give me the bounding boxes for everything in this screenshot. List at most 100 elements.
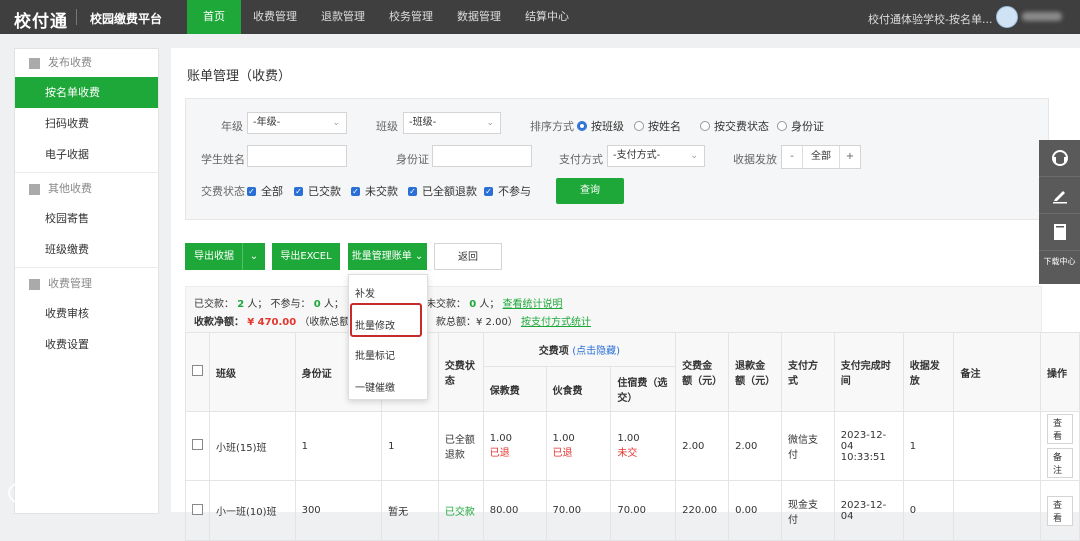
sidebar-item-list-fee[interactable]: 按名单收费: [15, 77, 158, 108]
nav-school-affairs[interactable]: 校务管理: [377, 0, 445, 34]
header-method: 支付方式: [781, 332, 835, 412]
nav-fee-management[interactable]: 收费管理: [241, 0, 309, 34]
pay-method-label: 支付方式: [559, 153, 603, 166]
stats-explanation-link[interactable]: 查看统计说明: [503, 299, 563, 310]
nav-home[interactable]: 首页: [187, 0, 241, 34]
receipt-value[interactable]: 全部: [802, 146, 840, 168]
export-excel-button[interactable]: 导出EXCEL: [272, 243, 340, 270]
grade-select[interactable]: -年级- ⌄: [247, 112, 347, 134]
nav-data-management[interactable]: 数据管理: [445, 0, 513, 34]
row-select[interactable]: [185, 411, 210, 481]
status-paid-checkbox[interactable]: ✓ 已交款: [294, 183, 341, 199]
class-select[interactable]: -班级- ⌄: [403, 112, 501, 134]
sort-by-name-radio[interactable]: 按姓名: [634, 118, 681, 134]
sidebar-group-management: 收费管理: [15, 270, 158, 298]
cell-refund: 2.00: [728, 411, 783, 481]
chevron-down-icon: ⌄: [414, 251, 424, 262]
export-receipt-button[interactable]: 导出收据 ⌄: [185, 243, 265, 270]
header-remark: 备注: [953, 332, 1041, 412]
shield-icon: [29, 278, 40, 290]
sidebar-group-label: 收费管理: [48, 277, 92, 290]
status-unpaid-checkbox[interactable]: ✓ 未交款: [351, 183, 398, 199]
batch-manage-button[interactable]: 批量管理账单 ⌄: [348, 243, 427, 270]
checkbox-icon[interactable]: [192, 365, 203, 376]
app-logo[interactable]: 校付通: [14, 7, 68, 32]
paid-count: 2: [237, 299, 245, 310]
cell-fee1: 1.00 已退: [482, 411, 547, 481]
cell-amount: 220.00: [675, 480, 730, 541]
sidebar-item-fee-settings[interactable]: 收费设置: [15, 329, 158, 360]
sidebar-item-consignment[interactable]: 校园寄售: [15, 203, 158, 234]
back-button[interactable]: 返回: [434, 243, 502, 270]
menu-item-reissue[interactable]: 补发: [355, 285, 375, 300]
cell-method: 微信支付: [781, 411, 835, 481]
status-refunded-checkbox[interactable]: ✓ 已全额退款: [408, 183, 477, 199]
net-amount-value: ¥ 470.00: [247, 317, 297, 328]
cell-fee3: 1.00 未交: [610, 411, 677, 481]
cell-operation: 查看 备注: [1039, 411, 1080, 481]
student-name-input[interactable]: [247, 145, 347, 167]
feedback-button[interactable]: [1039, 177, 1080, 214]
watermark-text: 大数跨境: [48, 484, 120, 505]
logo-divider: [76, 9, 77, 25]
row-select[interactable]: [185, 480, 210, 541]
radio-label: 身份证: [791, 120, 824, 133]
sidebar-item-e-receipt[interactable]: 电子收据: [15, 139, 158, 170]
menu-item-one-click-remind[interactable]: 一键催缴: [355, 379, 395, 394]
query-button[interactable]: 查询: [556, 178, 624, 204]
checkbox-icon[interactable]: [192, 439, 203, 450]
pay-method-stats-link[interactable]: 按支付方式统计: [521, 317, 591, 328]
highlight-box: [350, 303, 422, 337]
avatar[interactable]: [996, 6, 1018, 28]
menu-item-batch-mark[interactable]: 批量标记: [355, 347, 395, 362]
guide-button[interactable]: [1039, 214, 1080, 251]
view-button[interactable]: 查看: [1046, 414, 1073, 444]
download-center-button[interactable]: 下载中心: [1039, 251, 1080, 267]
nav-settlement-center[interactable]: 结算中心: [513, 0, 581, 34]
chevron-down-icon[interactable]: ⌄: [242, 243, 265, 270]
decrement-button[interactable]: -: [782, 146, 802, 168]
view-button[interactable]: 查看: [1046, 495, 1073, 526]
header-time: 支付完成时间: [833, 332, 904, 412]
header-class: 班级: [209, 332, 296, 412]
header-fee-items: 交费项 (点击隐藏): [482, 332, 677, 367]
sort-by-status-radio[interactable]: 按交费状态: [700, 118, 769, 134]
checkbox-checked-icon: ✓: [247, 186, 256, 196]
sidebar-item-class-fee[interactable]: 班级缴费: [15, 234, 158, 265]
not-participating-count: 0: [313, 299, 321, 310]
increment-button[interactable]: +: [840, 146, 860, 168]
customer-service-button[interactable]: [1039, 140, 1080, 177]
floating-toolbar: 下载中心: [1039, 140, 1080, 284]
radio-icon: [700, 121, 710, 131]
bill-table: 班级 身份证 交费状态 交费项 (点击隐藏) 交费金额（元） 退款金额（元） 支…: [185, 332, 1080, 541]
pay-method-select[interactable]: -支付方式- ⌄: [607, 145, 705, 167]
sidebar-item-scan-fee[interactable]: 扫码收费: [15, 108, 158, 139]
checkbox-icon[interactable]: [192, 503, 203, 515]
sort-by-class-radio[interactable]: 按班级: [577, 118, 624, 134]
remark-button[interactable]: 备注: [1046, 448, 1073, 478]
unit-label: 人；: [247, 299, 268, 310]
id-number-input[interactable]: [432, 145, 532, 167]
status-all-checkbox[interactable]: ✓ 全部: [247, 183, 283, 199]
batch-manage-label: 批量管理账单: [351, 251, 412, 262]
toggle-hide-link[interactable]: (点击隐藏): [572, 346, 620, 357]
cell-time: 2023-12-04: [833, 480, 904, 541]
school-name[interactable]: 校付通体验学校-按名单...: [868, 11, 992, 27]
page-title: 账单管理（收费）: [187, 69, 292, 84]
nav-refund-management[interactable]: 退款管理: [309, 0, 377, 34]
radio-label: 按姓名: [648, 120, 681, 133]
sidebar-divider: [15, 172, 158, 173]
sidebar-item-fee-review[interactable]: 收费审核: [15, 298, 158, 329]
checkbox-label: 已交款: [308, 185, 341, 198]
status-not-participating-checkbox[interactable]: ✓ 不参与: [484, 183, 531, 199]
sidebar: 发布收费 按名单收费 扫码收费 电子收据 其他收费 校园寄售 班级缴费 收费管理…: [14, 48, 159, 514]
cell-refund: 0.00: [728, 480, 783, 541]
header-refund: 退款金额（元）: [728, 332, 783, 412]
cell-class: 小一班(10)班: [209, 480, 296, 541]
header-select-all[interactable]: [185, 332, 210, 412]
chevron-down-icon: ⌄: [486, 118, 494, 128]
blurred-username[interactable]: [1022, 12, 1062, 21]
class-select-value: -班级-: [409, 117, 437, 128]
cell-fee2: 70.00: [545, 480, 612, 541]
sort-by-id-radio[interactable]: 身份证: [777, 118, 824, 134]
